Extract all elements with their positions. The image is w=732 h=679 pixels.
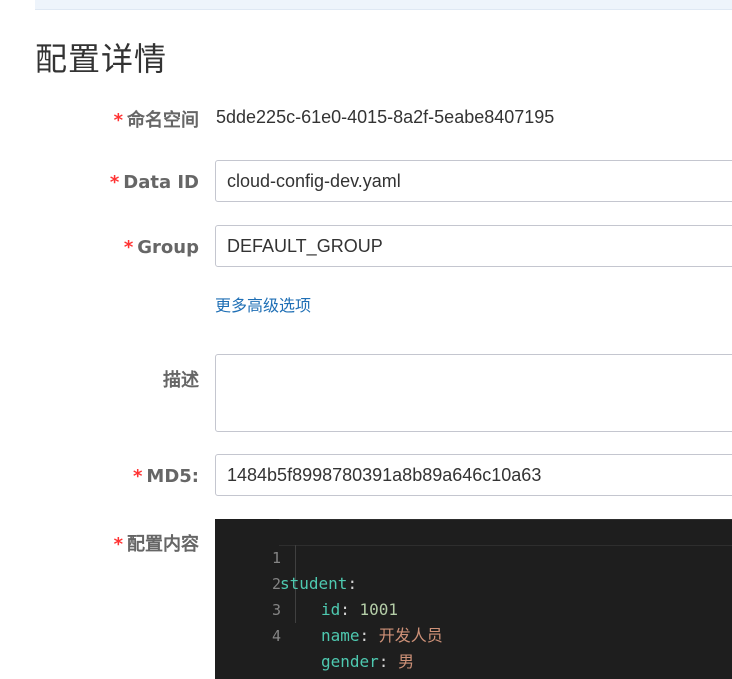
data-id-label-text: Data ID bbox=[123, 172, 199, 193]
code-editor[interactable]: 1 student: 2 id: 1001 3 name: 开发人员 4 gen… bbox=[215, 519, 732, 679]
namespace-label: * 命名空间 bbox=[114, 106, 199, 132]
namespace-value: 5dde225c-61e0-4015-8a2f-5eabe8407195 bbox=[216, 107, 555, 127]
group-field[interactable]: DEFAULT_GROUP bbox=[215, 225, 732, 267]
code-line: 4 gender: 男 bbox=[215, 597, 732, 671]
md5-label: * MD5: bbox=[133, 466, 199, 487]
required-mark: * bbox=[113, 110, 123, 131]
yaml-separator: : bbox=[359, 626, 379, 645]
description-label: 描述 bbox=[163, 370, 199, 391]
data-id-field[interactable]: cloud-config-dev.yaml bbox=[215, 160, 732, 202]
md5-field[interactable]: 1484b5f8998780391a8b89a646c10a63 bbox=[215, 454, 732, 496]
code-text: gender: 男 bbox=[321, 649, 414, 675]
line-number: 4 bbox=[271, 627, 281, 645]
group-label-text: Group bbox=[137, 237, 199, 258]
code-line: 3 name: 开发人员 bbox=[215, 571, 732, 645]
config-content-label: * 配置内容 bbox=[114, 530, 199, 556]
yaml-value: 男 bbox=[398, 652, 415, 671]
top-banner bbox=[35, 0, 732, 10]
yaml-separator: : bbox=[378, 652, 399, 671]
yaml-value: 开发人员 bbox=[378, 626, 443, 645]
code-line: 1 student: bbox=[215, 519, 732, 593]
required-mark: * bbox=[123, 237, 134, 258]
advanced-options-link[interactable]: 更多高级选项 bbox=[215, 292, 311, 316]
code-text: name: 开发人员 bbox=[321, 623, 443, 649]
group-label: * Group bbox=[124, 237, 199, 258]
data-id-label: * Data ID bbox=[110, 172, 199, 193]
namespace-label-text: 命名空间 bbox=[127, 110, 199, 131]
page-title: 配置详情 bbox=[35, 40, 168, 78]
md5-label-text: MD5: bbox=[146, 466, 199, 487]
config-content-label-text: 配置内容 bbox=[127, 534, 199, 555]
required-mark: * bbox=[133, 466, 143, 487]
code-line: 2 id: 1001 bbox=[215, 545, 732, 619]
yaml-key: gender bbox=[321, 652, 379, 671]
required-mark: * bbox=[109, 172, 120, 193]
description-field[interactable] bbox=[215, 354, 732, 432]
required-mark: * bbox=[113, 534, 123, 555]
yaml-key: name bbox=[321, 626, 360, 645]
